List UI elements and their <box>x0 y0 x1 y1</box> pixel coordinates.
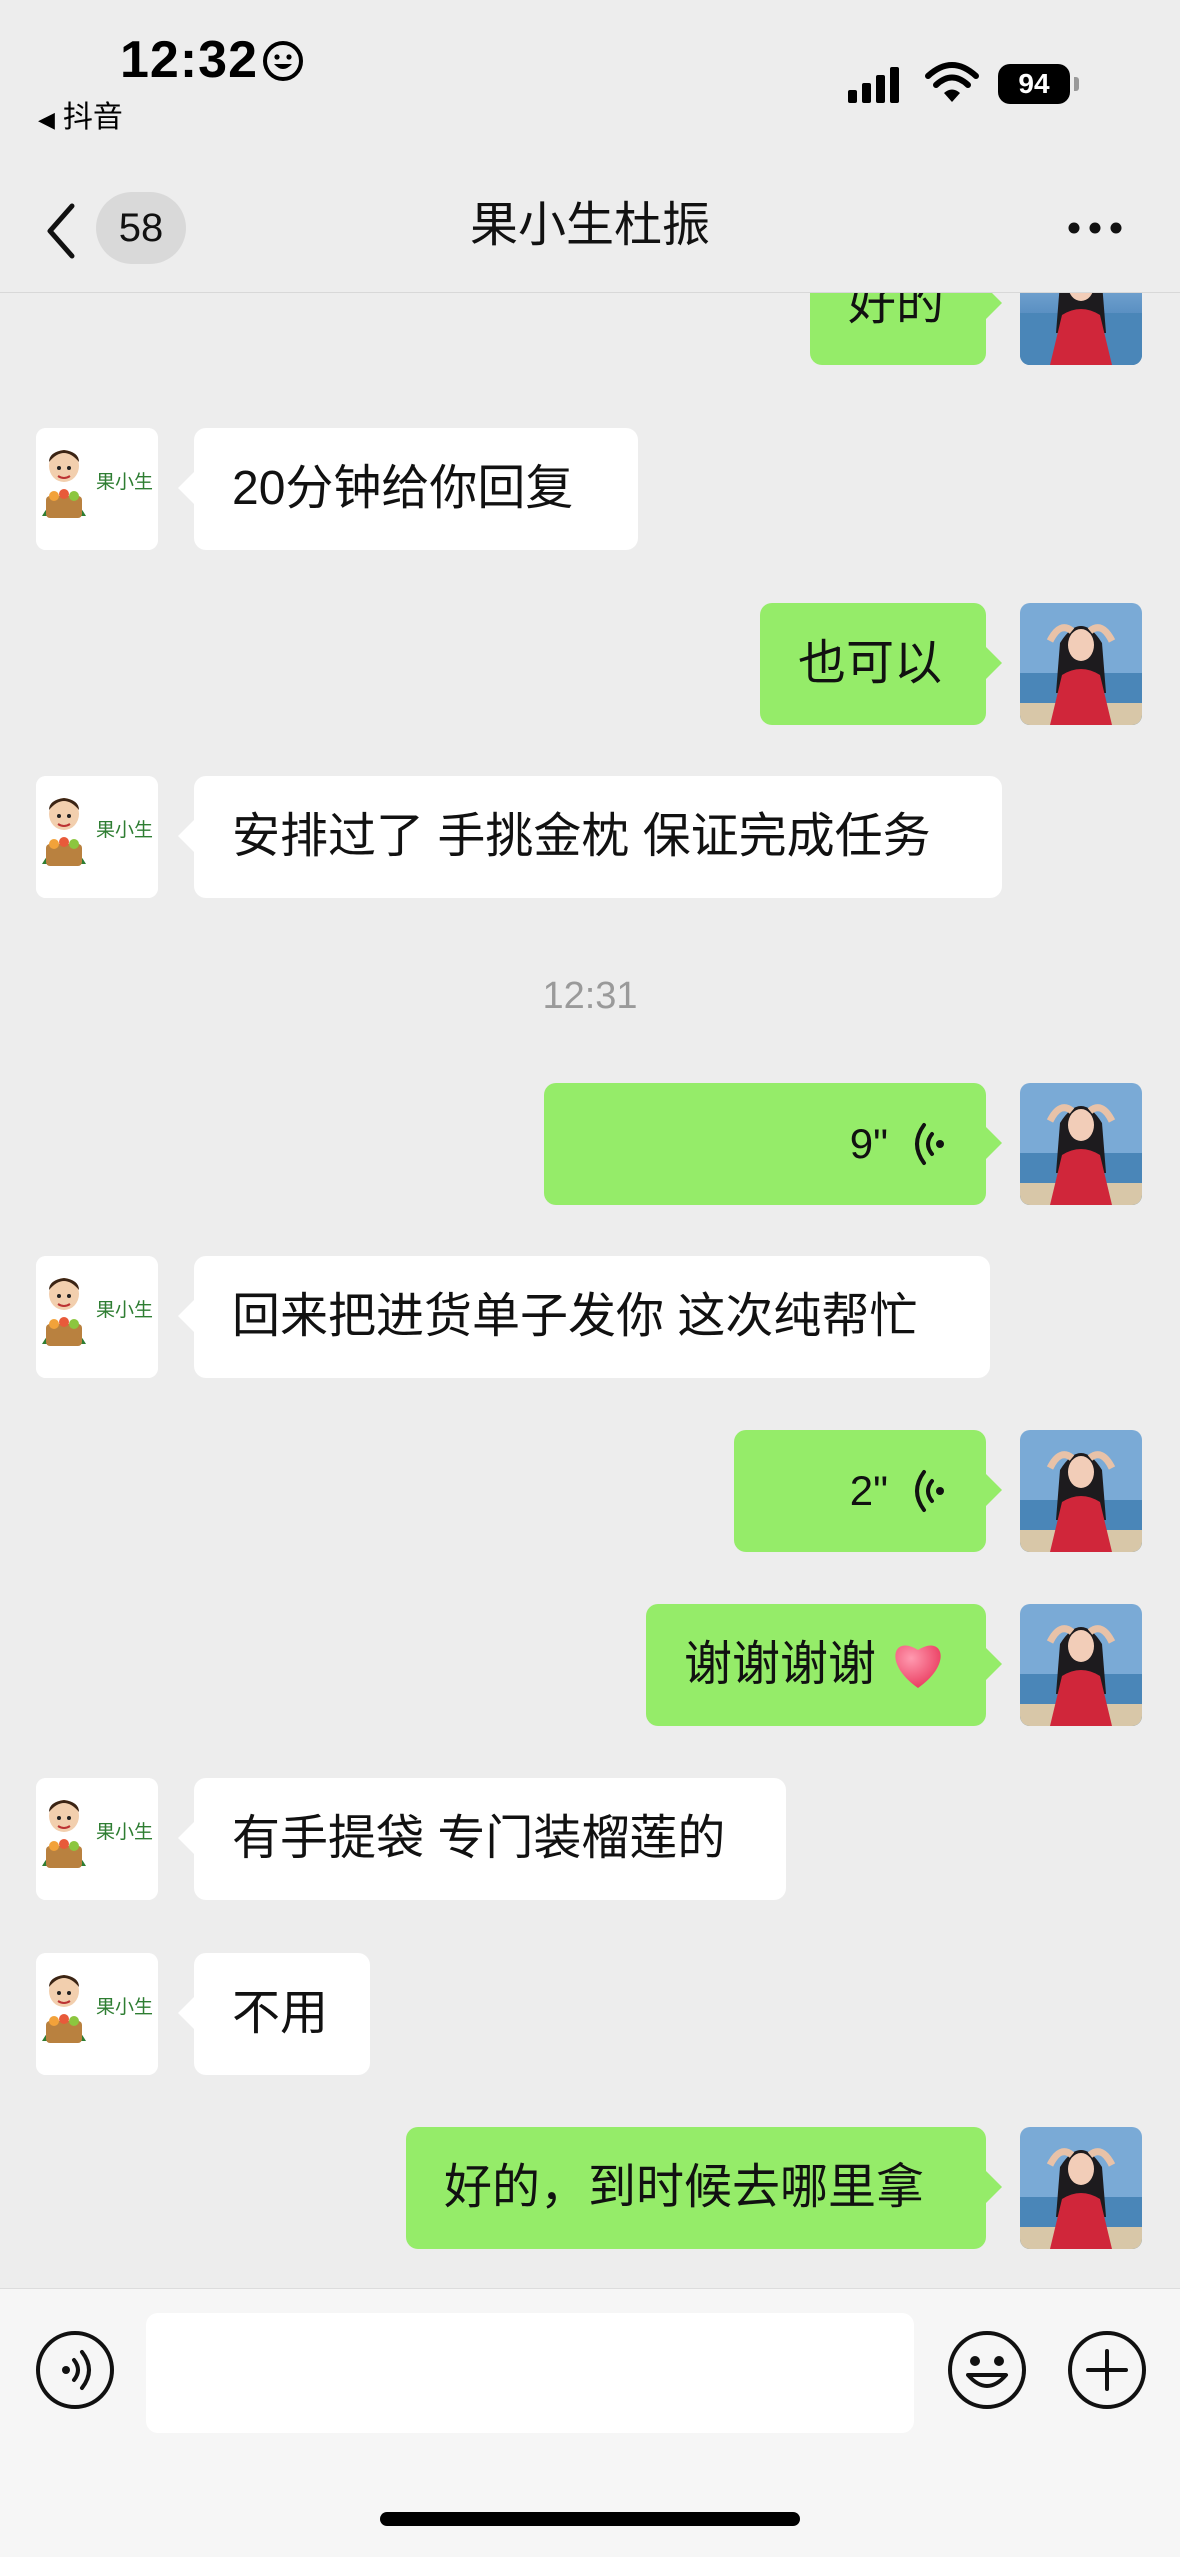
avatar-logo-text: 果小生 <box>96 1821 153 1843</box>
voice-message-bubble[interactable]: 2" <box>734 1430 1002 1552</box>
avatar-logo-text: 果小生 <box>96 819 153 841</box>
my-avatar[interactable] <box>1020 1430 1142 1552</box>
voice-wave-icon <box>915 1123 944 1165</box>
avatar-logo-text: 果小生 <box>96 1299 153 1321</box>
smiley-icon <box>263 41 303 81</box>
battery-cap <box>1074 77 1079 91</box>
message-text: 谢谢谢谢 <box>684 1638 877 1691</box>
voice-message-bubble[interactable]: 9" <box>544 1083 1002 1205</box>
contact-avatar[interactable]: 果小生 <box>36 776 158 898</box>
unread-count-badge[interactable]: 58 <box>96 192 186 264</box>
cellular-signal-icon <box>848 67 899 103</box>
message-bubble[interactable]: 好的，到时候去哪里拿 <box>406 2127 1002 2249</box>
message-timestamp: 12:31 <box>542 975 638 1017</box>
message-input[interactable] <box>146 2313 914 2433</box>
back-app-label: 抖音 <box>62 101 123 134</box>
home-indicator[interactable] <box>380 2512 800 2526</box>
back-chevron-icon[interactable] <box>44 202 78 260</box>
heart-icon <box>895 1645 942 1688</box>
message-bubble[interactable]: 有手提袋 专门装榴莲的 <box>178 1778 786 1900</box>
message-bubble[interactable]: 也可以 <box>760 603 1002 725</box>
contact-avatar[interactable]: 果小生 <box>36 1256 158 1378</box>
back-triangle-icon: ◀ <box>38 107 55 132</box>
message-bubble[interactable]: 回来把进货单子发你 这次纯帮忙 <box>178 1256 990 1378</box>
my-avatar[interactable] <box>1020 1604 1142 1726</box>
message-list[interactable]: 好的 果小生 20分钟给你回复 也可以 果小生 安排过了 手挑金枕 保证完成任务… <box>0 293 1180 2293</box>
contact-avatar[interactable]: 果小生 <box>36 1953 158 2075</box>
wifi-icon <box>925 62 979 102</box>
back-to-app-link[interactable]: ◀ 抖音 <box>38 92 123 136</box>
more-options-icon[interactable] <box>1066 220 1124 236</box>
voice-wave-icon <box>915 1470 944 1512</box>
message-bubble[interactable]: 谢谢谢谢 <box>646 1604 1002 1726</box>
avatar-logo-text: 果小生 <box>96 1996 153 2018</box>
my-avatar[interactable] <box>1020 293 1142 365</box>
battery-level: 94 <box>998 64 1070 104</box>
voice-duration: 9" <box>849 1120 888 1167</box>
contact-avatar[interactable]: 果小生 <box>36 428 158 550</box>
status-time: 12:32 <box>120 31 258 89</box>
message-bubble[interactable]: 不用 <box>178 1953 370 2075</box>
message-bubble[interactable]: 20分钟给你回复 <box>178 428 638 550</box>
emoji-icon[interactable] <box>946 2329 1028 2411</box>
message-bubble[interactable]: 安排过了 手挑金枕 保证完成任务 <box>178 776 1002 898</box>
status-bar: 12:32 ◀ 抖音 94 <box>0 0 1180 170</box>
voice-input-icon[interactable] <box>34 2329 116 2411</box>
message-bubble[interactable]: 好的 <box>810 293 1002 365</box>
voice-duration: 2" <box>849 1467 888 1514</box>
contact-avatar[interactable]: 果小生 <box>36 1778 158 1900</box>
my-avatar[interactable] <box>1020 1083 1142 1205</box>
my-avatar[interactable] <box>1020 603 1142 725</box>
my-avatar[interactable] <box>1020 2127 1142 2249</box>
plus-icon[interactable] <box>1066 2329 1148 2411</box>
chat-header: 果小生杜振 58 <box>0 170 1180 293</box>
avatar-logo-text: 果小生 <box>96 471 153 493</box>
battery-indicator: 94 <box>998 64 1079 104</box>
